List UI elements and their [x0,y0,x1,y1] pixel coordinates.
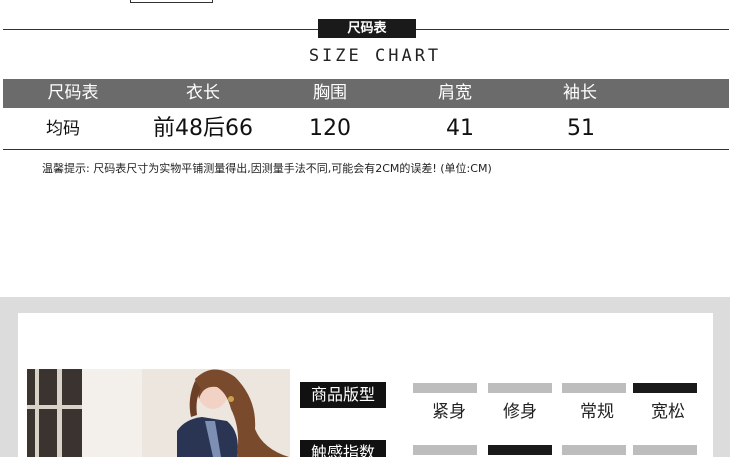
top-divider-stub [130,0,213,3]
header-size: 尺码表 [47,83,99,103]
header-sleeve: 袖长 [563,83,597,103]
size-chart-title-cn: 尺码表 [318,19,416,38]
cell-sleeve: 51 [567,116,595,141]
fit-scale-bar-loose [633,383,697,393]
header-length: 衣长 [186,83,220,103]
cell-chest: 120 [309,116,351,141]
cell-size: 均码 [46,119,80,139]
fit-option-fitted: 修身 [503,402,537,422]
touch-scale-bar-1 [413,445,477,455]
size-table-header: 尺码表 衣长 胸围 肩宽 袖长 [3,79,729,108]
fit-type-label: 商品版型 [300,382,386,408]
touch-scale-bar-3 [562,445,626,455]
touch-index-label: 触感指数 [300,440,386,457]
cell-length: 前48后66 [153,116,253,141]
fit-option-regular: 常规 [580,402,614,422]
fit-scale-bar-fitted [488,383,552,393]
size-chart-title-en: SIZE CHART [308,46,442,66]
fit-scale-bar-slim [413,383,477,393]
size-table-row: 均码 前48后66 120 41 51 [3,108,729,150]
fit-option-slim: 紧身 [432,402,466,422]
fit-option-loose: 宽松 [651,402,685,422]
fit-scale-bar-regular [562,383,626,393]
touch-scale-bar-2 [488,445,552,455]
touch-scale-bar-4 [633,445,697,455]
header-chest: 胸围 [313,83,347,103]
product-photo [27,369,290,457]
cell-shoulder: 41 [446,116,474,141]
header-shoulder: 肩宽 [438,83,472,103]
measurement-note: 温馨提示: 尺码表尺寸为实物平铺测量得出,因测量手法不同,可能会有2CM的误差!… [42,162,492,175]
